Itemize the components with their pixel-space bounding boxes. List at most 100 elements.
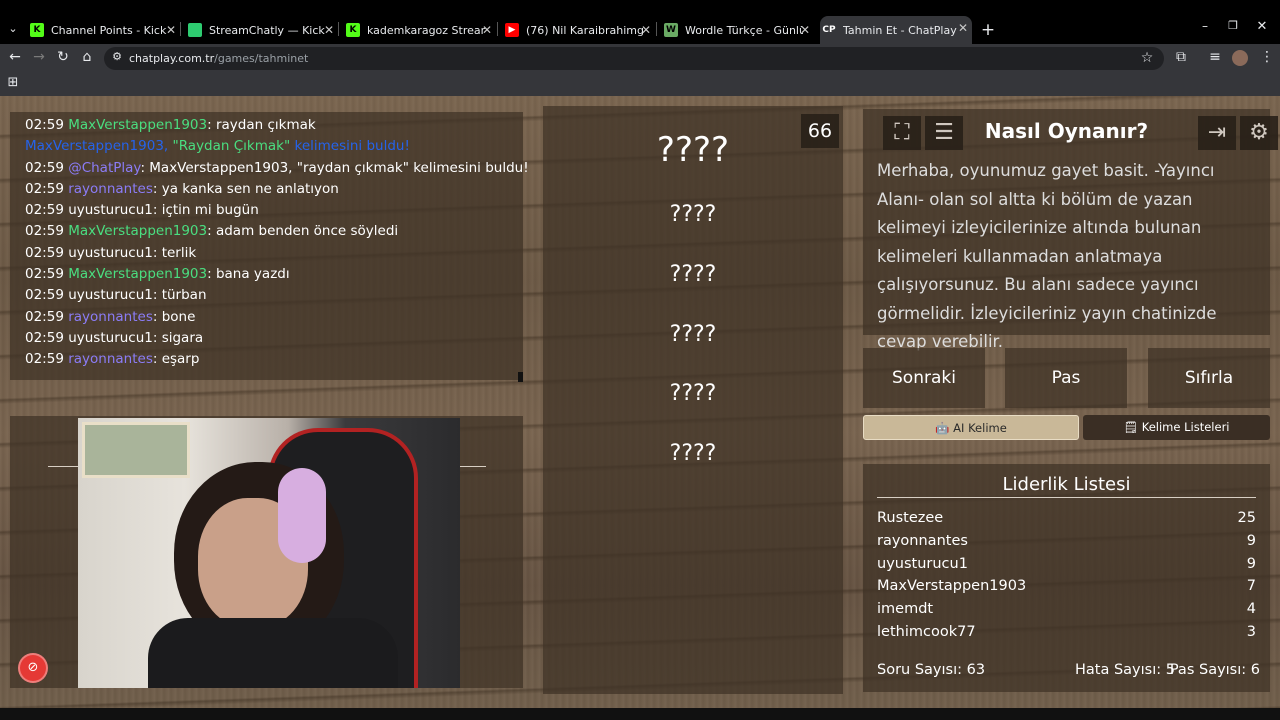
person-shirt <box>148 618 398 688</box>
chatplay-icon: CP <box>822 23 836 37</box>
recording-icon[interactable]: ⊘ <box>18 653 48 683</box>
chat-timestamp: 02:59 <box>25 244 64 261</box>
chat-text: : bone <box>152 308 196 325</box>
tab-ai-word-label: AI Kelime <box>953 421 1007 435</box>
tab-label: (76) Nil Karaibrahimgil - Se <box>526 23 644 37</box>
chat-message: MaxVerstappen1903, "Raydan Çıkmak" kelim… <box>25 136 523 157</box>
player-name: rayonnantes <box>877 532 968 549</box>
tab-strip: ⌄ KChannel Points - Kick Dashboar✕Stream… <box>0 0 1280 44</box>
player-score: 4 <box>1246 601 1256 618</box>
chat-timestamp: 02:59 <box>25 287 64 304</box>
wall-painting <box>82 422 190 478</box>
chat-username[interactable]: rayonnantes <box>68 181 153 197</box>
player-score: 9 <box>1246 555 1256 572</box>
tab-close-icon[interactable]: ✕ <box>800 23 810 37</box>
browser-tab[interactable]: CP Tahmin Et - ChatPlay ✕ <box>820 16 972 44</box>
chat-text: uyusturucu1: terlik <box>68 244 197 261</box>
chat-timestamp: 02:59 <box>25 351 64 368</box>
hidden-words-panel: 66 ???????????????????????? <box>543 106 843 694</box>
leaderboard-row: Rustezee 25 <box>877 507 1256 530</box>
chat-message: 02:59 rayonnantes: eşarp <box>25 349 523 370</box>
chat-username[interactable]: MaxVerstappen1903, <box>25 138 173 154</box>
tab-search-icon[interactable]: ⌄ <box>4 22 22 35</box>
tab-close-icon[interactable]: ✕ <box>324 23 334 37</box>
wordle-icon: W <box>664 23 678 37</box>
tab-close-icon[interactable]: ✕ <box>958 21 968 35</box>
settings-gear-icon[interactable]: ⚙ <box>1240 116 1278 150</box>
apps-grid-icon[interactable]: ⊞ <box>4 75 22 90</box>
tab-separator <box>497 22 498 36</box>
reload-icon[interactable]: ↻ <box>54 49 72 65</box>
browser-tab[interactable]: Kkademkaragoz Stream - Watch✕ <box>344 18 496 42</box>
tab-close-icon[interactable]: ✕ <box>166 23 176 37</box>
chat-message: 02:59 uyusturucu1: terlik <box>25 243 523 264</box>
tab-close-icon[interactable]: ✕ <box>482 23 492 37</box>
tab-label: Wordle Türkçe - Günlük Kelime <box>685 23 803 37</box>
tab-label: Channel Points - Kick Dashboar <box>51 23 169 37</box>
main-word: ???? <box>656 130 730 170</box>
next-button[interactable]: Sonraki <box>863 348 985 408</box>
pass-button[interactable]: Pas <box>1005 348 1127 408</box>
player-name: imemdt <box>877 601 934 618</box>
chat-message: 02:59 rayonnantes: bone <box>25 307 523 328</box>
leaderboard-row: MaxVerstappen1903 7 <box>877 575 1256 598</box>
extensions-icon[interactable]: ⧉ <box>1172 49 1190 65</box>
home-icon[interactable]: ⌂ <box>78 49 96 65</box>
chat-timestamp: 02:59 <box>25 223 64 240</box>
minimize-icon[interactable]: – <box>1196 19 1214 33</box>
chat-text: uyusturucu1: türban <box>68 287 207 304</box>
exit-icon[interactable]: ⇥ <box>1198 116 1236 150</box>
chat-username[interactable]: rayonnantes <box>68 309 153 325</box>
chat-username[interactable]: @ChatPlay <box>68 160 140 176</box>
tab-label: StreamChatly — Kick Yayıncıları <box>209 23 327 37</box>
browser-tab[interactable]: ▶ (76) Nil Karaibrahimgil - Se✕ <box>503 18 655 42</box>
site-info-icon[interactable]: ⚙ <box>108 50 126 63</box>
tab-separator <box>656 22 657 36</box>
window-close-icon[interactable]: ✕ <box>1253 19 1271 34</box>
new-tab-icon[interactable]: + <box>979 20 997 40</box>
chat-text: : bana yazdı <box>207 266 290 283</box>
bookmark-star-icon[interactable]: ☆ <box>1138 50 1156 66</box>
menu-icon[interactable]: ⋮ <box>1258 49 1276 65</box>
chat-username[interactable]: MaxVerstappen1903 <box>68 223 207 239</box>
notepad-icon: 🗒 <box>1123 420 1139 434</box>
tab-close-icon[interactable]: ✕ <box>641 23 651 37</box>
game-page: 02:59 MaxVerstappen1903: raydan çıkmak Ma… <box>0 96 1280 708</box>
profile-avatar[interactable] <box>1232 50 1248 66</box>
fullscreen-icon[interactable]: ⛶ <box>883 116 921 150</box>
tab-word-lists-label: Kelime Listeleri <box>1141 420 1230 434</box>
streamer-area: ⊘ <box>10 416 523 688</box>
media-icon[interactable]: ≡ <box>1206 49 1224 65</box>
chat-text: : eşarp <box>152 351 200 368</box>
robot-icon: 🤖 <box>935 421 950 435</box>
tab-ai-word[interactable]: 🤖 AI Kelime <box>863 415 1079 440</box>
leaderboard-row: rayonnantes 9 <box>877 530 1256 553</box>
reset-button[interactable]: Sıfırla <box>1148 348 1270 408</box>
chat-timestamp: 02:59 <box>25 266 64 283</box>
back-icon[interactable]: ← <box>6 49 24 65</box>
youtube-icon: ▶ <box>505 23 519 37</box>
chat-username[interactable]: rayonnantes <box>68 351 153 367</box>
chat-timestamp: 02:59 <box>25 159 64 176</box>
browser-tab[interactable]: StreamChatly — Kick Yayıncıları✕ <box>186 18 338 42</box>
chat-username[interactable]: MaxVerstappen1903 <box>68 266 207 282</box>
tab-label: Tahmin Et - ChatPlay <box>843 23 957 37</box>
chat-message: 02:59 uyusturucu1: türban <box>25 285 523 306</box>
found-suffix: kelimesini buldu! <box>290 138 410 155</box>
how-to-play-panel: Nasıl Oynanır? ⛶ ☰ ⇥ ⚙ Merhaba, oyunumuz… <box>863 109 1278 351</box>
chat-scrollbar[interactable] <box>518 372 523 382</box>
address-bar[interactable]: ⚙ chatplay.com.tr/games/tahminet ☆ <box>104 47 1164 70</box>
browser-tab[interactable]: W Wordle Türkçe - Günlük Kelime✕ <box>662 18 814 42</box>
tab-word-lists[interactable]: 🗒 Kelime Listeleri <box>1083 415 1270 440</box>
chat-text: : ya kanka sen ne anlatıyon <box>152 180 339 197</box>
forward-icon[interactable]: → <box>30 49 48 65</box>
browser-chrome: ⌄ KChannel Points - Kick Dashboar✕Stream… <box>0 0 1280 96</box>
taskbar-strip <box>0 708 1280 720</box>
forbidden-word: ???? <box>669 322 717 347</box>
document-icon[interactable]: ☰ <box>925 116 963 150</box>
maximize-icon[interactable]: ❐ <box>1224 19 1242 32</box>
chat-username[interactable]: MaxVerstappen1903 <box>68 117 207 133</box>
player-name: Rustezee <box>877 510 944 526</box>
browser-tab[interactable]: K Channel Points - Kick Dashboar✕ <box>28 18 180 42</box>
chat-timestamp: 02:59 <box>25 180 64 197</box>
